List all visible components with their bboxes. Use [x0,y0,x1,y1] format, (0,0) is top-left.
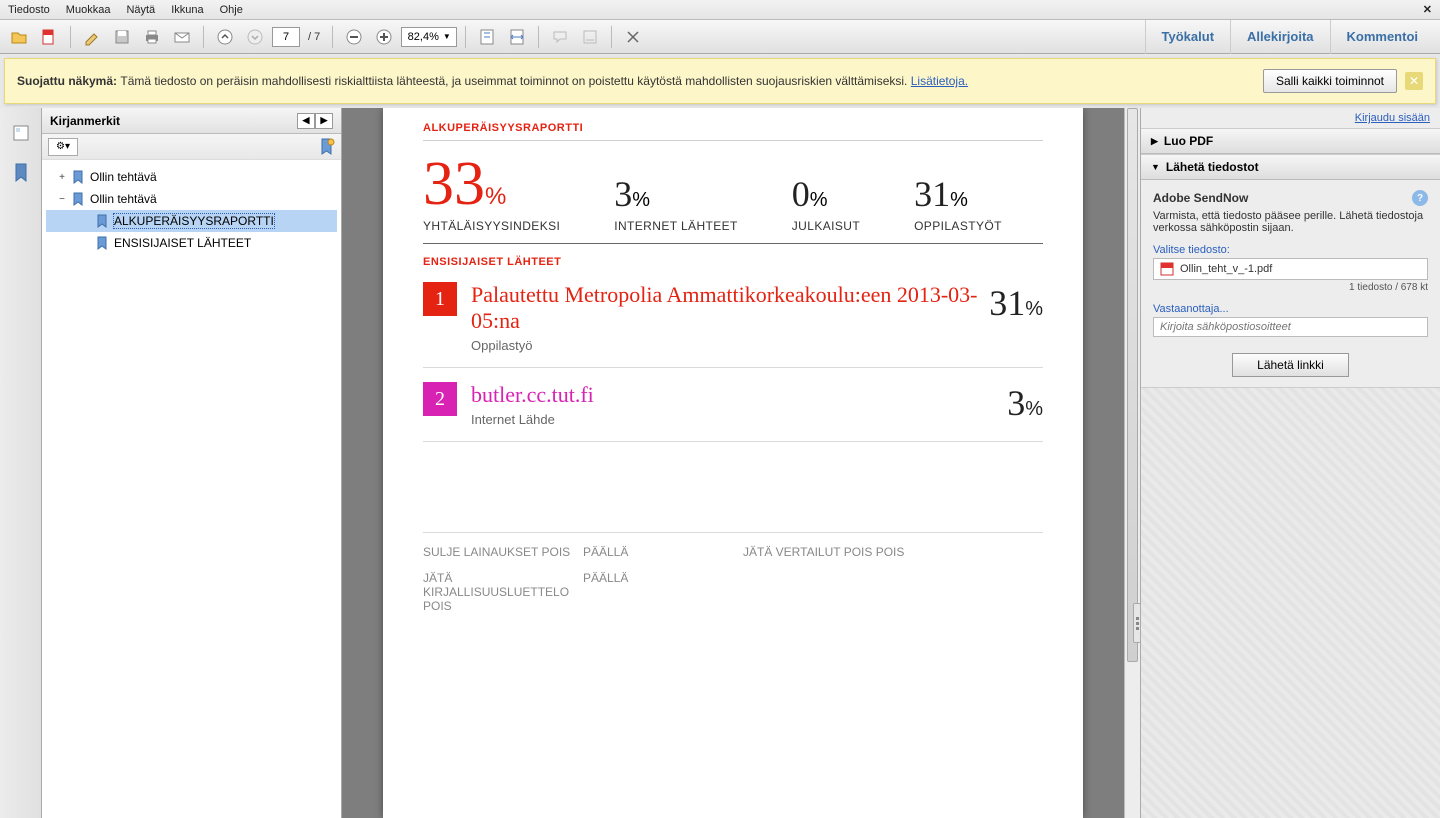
bookmark-label: ALKUPERÄISYYSRAPORTTI [114,214,274,228]
bookmark-label: ENSISIJAISET LÄHTEET [114,236,251,250]
tree-toggle-icon[interactable]: + [56,172,68,183]
page-total-label: / 7 [308,31,320,43]
bookmark-item[interactable]: + Ollin tehtävä [46,166,337,188]
fit-width-icon[interactable] [504,24,530,50]
footer-key: JÄTÄ KIRJALLISUUSLUETTELO POIS [423,571,573,613]
pick-file-label: Valitse tiedosto: [1153,244,1428,256]
sendnow-title: Adobe SendNow [1153,191,1248,205]
source-subtitle: Internet Lähde [471,412,1007,427]
doc-section-sources: ENSISIJAISET LÄHTEET [423,256,1043,268]
create-pdf-icon[interactable] [36,24,62,50]
source-percent: 3% [1007,382,1043,424]
bookmark-label: Ollin tehtävä [90,170,157,184]
email-icon[interactable] [169,24,195,50]
bookmark-item[interactable]: − Ollin tehtävä [46,188,337,210]
send-link-button[interactable]: Lähetä linkki [1232,353,1349,377]
highlight-icon[interactable] [577,24,603,50]
document-page: ALKUPERÄISYYSRAPORTTI 33%YHTÄLÄISYYSINDE… [383,108,1083,818]
source-row: 2 butler.cc.tut.fi Internet Lähde3% [423,368,1043,442]
bookmarks-panel: Kirjanmerkit ◀ ▶ ⚙▾ + Ollin tehtävä − Ollin… [42,108,342,818]
login-link[interactable]: Kirjaudu sisään [1355,112,1430,124]
bookmark-ribbon-icon [96,214,110,228]
toolbar: / 7 82,4%▼ Työkalut Allekirjoita Komment… [0,20,1440,54]
new-bookmark-icon[interactable] [319,138,335,156]
print-icon[interactable] [139,24,165,50]
save-icon[interactable] [109,24,135,50]
bookmarks-prev-icon[interactable]: ◀ [297,113,315,129]
selected-file-name: Ollin_teht_v_-1.pdf [1180,263,1272,275]
read-mode-icon[interactable] [620,24,646,50]
doc-section-original: ALKUPERÄISYYSRAPORTTI [423,122,1043,134]
open-icon[interactable] [6,24,32,50]
source-title: Palautettu Metropolia Ammattikorkeakoulu… [471,282,989,334]
bookmark-ribbon-icon [72,192,86,206]
selected-file[interactable]: Ollin_teht_v_-1.pdf [1153,258,1428,280]
page-down-icon[interactable] [242,24,268,50]
tab-tools[interactable]: Työkalut [1145,20,1231,54]
info-icon[interactable]: ? [1412,190,1428,206]
zoom-level[interactable]: 82,4%▼ [401,27,457,47]
edit-icon[interactable] [79,24,105,50]
bookmark-item[interactable]: ENSISIJAISET LÄHTEET [46,232,337,254]
bookmarks-title: Kirjanmerkit [50,114,120,128]
pdf-icon [1160,262,1174,276]
source-title: butler.cc.tut.fi [471,382,1007,408]
stat-block: 31%OPPILASTYÖT [914,173,1002,233]
panel-collapse-grip[interactable] [1133,603,1141,643]
source-number: 2 [423,382,457,416]
footer-key: SULJE LAINAUKSET POIS [423,545,573,559]
stat-block: 3%INTERNET LÄHTEET [614,173,738,233]
menu-view[interactable]: Näytä [126,4,155,16]
menu-window[interactable]: Ikkuna [171,4,203,16]
bookmarks-next-icon[interactable]: ▶ [315,113,333,129]
nav-strip [0,108,42,818]
source-subtitle: Oppilastyö [471,338,989,353]
tree-toggle-icon[interactable]: − [56,194,68,205]
footer-val: PÄÄLLÄ [583,545,733,559]
protected-view-text: Tämä tiedosto on peräisin mahdollisesti … [120,74,910,88]
zoom-out-icon[interactable] [341,24,367,50]
tab-comment[interactable]: Kommentoi [1330,20,1435,54]
protected-view-bar: Suojattu näkymä: Tämä tiedosto on peräis… [4,58,1436,104]
menu-edit[interactable]: Muokkaa [66,4,111,16]
bookmark-label: Ollin tehtävä [90,192,157,206]
footer-val: PÄÄLLÄ [583,571,733,613]
fit-page-icon[interactable] [474,24,500,50]
bookmark-ribbon-icon [72,170,86,184]
close-icon[interactable]: ✕ [1423,3,1432,16]
file-meta: 1 tiedosto / 678 kt [1153,282,1428,293]
recipient-input[interactable] [1153,317,1428,337]
bookmarks-options-icon[interactable]: ⚙▾ [48,138,78,156]
document-scrollbar[interactable] [1124,108,1140,818]
protected-view-prefix: Suojattu näkymä: [17,74,120,88]
thumbnails-icon[interactable] [10,122,32,144]
tab-sign[interactable]: Allekirjoita [1230,20,1329,54]
menu-help[interactable]: Ohje [220,4,243,16]
document-area: ALKUPERÄISYYSRAPORTTI 33%YHTÄLÄISYYSINDE… [342,108,1140,818]
menubar: Tiedosto Muokkaa Näytä Ikkuna Ohje ✕ [0,0,1440,20]
sendnow-desc: Varmista, että tiedosto pääsee perille. … [1153,210,1428,234]
protected-view-moreinfo-link[interactable]: Lisätietoja. [911,74,968,88]
section-create-pdf[interactable]: ▶Luo PDF [1141,128,1440,154]
page-up-icon[interactable] [212,24,238,50]
protected-view-close-icon[interactable]: ✕ [1405,72,1423,90]
source-number: 1 [423,282,457,316]
comment-icon[interactable] [547,24,573,50]
source-percent: 31% [989,282,1043,324]
page-number-input[interactable] [272,27,300,47]
stat-block: 0%JULKAISUT [792,173,860,233]
menu-file[interactable]: Tiedosto [8,4,50,16]
zoom-in-icon[interactable] [371,24,397,50]
source-row: 1 Palautettu Metropolia Ammattikorkeakoul… [423,268,1043,368]
bookmarks-icon[interactable] [10,162,32,184]
bookmark-item[interactable]: ALKUPERÄISYYSRAPORTTI [46,210,337,232]
panel-empty-area [1141,387,1440,818]
footer-key: JÄTÄ VERTAILUT POIS POIS [743,545,1043,559]
stat-block: 33%YHTÄLÄISYYSINDEKSI [423,153,560,233]
recipient-label: Vastaanottaja... [1153,303,1428,315]
bookmark-ribbon-icon [96,236,110,250]
enable-all-button[interactable]: Salli kaikki toiminnot [1263,69,1397,93]
tools-panel: Kirjaudu sisään ▶Luo PDF ▼Lähetä tiedost… [1140,108,1440,818]
section-send-files[interactable]: ▼Lähetä tiedostot [1141,154,1440,180]
